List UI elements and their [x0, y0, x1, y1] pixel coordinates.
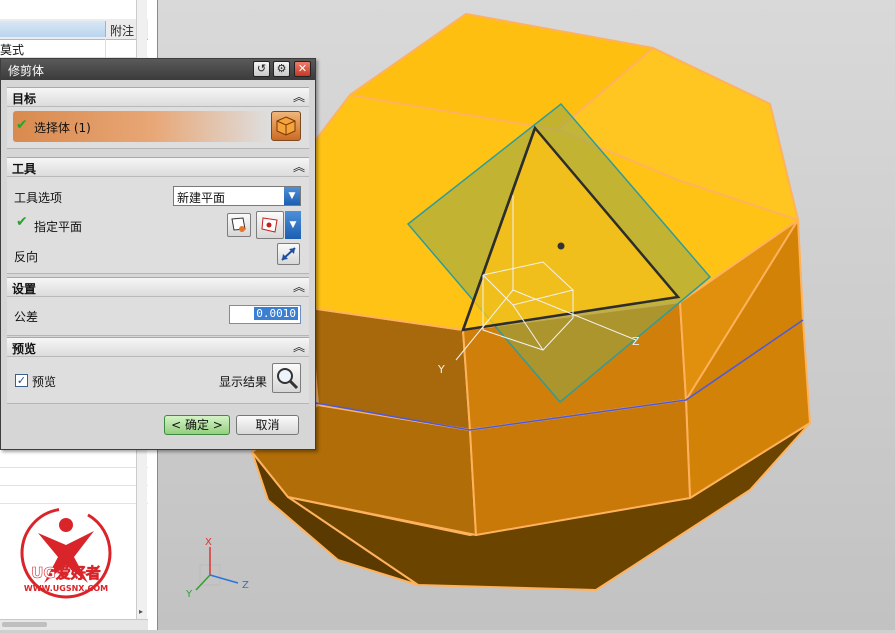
- tool-option-dropdown[interactable]: 新建平面 ▼: [173, 186, 301, 206]
- navigator-header: 附注: [0, 19, 148, 40]
- collapse-icon[interactable]: ︽: [293, 158, 305, 175]
- preview-section-title: 预览: [12, 342, 37, 356]
- dialog-title-bar[interactable]: 修剪体 ↺ ⚙ ✕: [1, 59, 315, 80]
- watermark-url: WWW.UGSNX.COM: [24, 584, 108, 593]
- inferred-plane-icon[interactable]: [256, 211, 284, 239]
- tolerance-value: 0.0010: [254, 307, 298, 320]
- magnifier-icon[interactable]: [272, 363, 301, 393]
- plane-dialog-icon[interactable]: [227, 213, 251, 237]
- navigator-row[interactable]: 莫式: [0, 40, 148, 58]
- dialog-title: 修剪体: [8, 64, 45, 78]
- collapse-icon[interactable]: ︽: [293, 278, 305, 295]
- select-body-label: 选择体 (1): [34, 121, 91, 135]
- close-icon[interactable]: ✕: [294, 61, 311, 77]
- cancel-button[interactable]: 取消: [236, 415, 299, 435]
- triad-z-label: Z: [242, 580, 249, 591]
- reverse-direction-icon[interactable]: [277, 243, 300, 265]
- preview-checkbox[interactable]: ✓: [15, 374, 28, 387]
- check-icon: ✔: [16, 117, 28, 133]
- preview-label: 预览: [32, 375, 57, 389]
- ok-button[interactable]: < 确定 >: [164, 415, 230, 435]
- watermark-brand: UG爱好者: [31, 564, 101, 582]
- settings-section-title: 设置: [12, 282, 37, 296]
- select-body-row[interactable]: ✔ 选择体 (1): [13, 111, 269, 142]
- target-section-header[interactable]: 目标 ︽: [7, 87, 309, 107]
- reverse-label: 反向: [14, 250, 39, 264]
- gear-icon[interactable]: ⚙: [273, 61, 290, 77]
- scroll-thumb[interactable]: [2, 622, 47, 627]
- navigator-column-notes[interactable]: 附注: [110, 22, 134, 39]
- scroll-right-arrow-icon[interactable]: ▸: [139, 607, 143, 616]
- ug-watermark-logo: UG爱好者 WWW.UGSNX.COM: [8, 505, 128, 610]
- plane-origin-point: [557, 242, 565, 250]
- collapse-icon[interactable]: ︽: [293, 338, 305, 355]
- tool-option-value: 新建平面: [177, 191, 226, 205]
- plane-axis-z-label: Z: [632, 335, 640, 348]
- tolerance-input[interactable]: 0.0010: [229, 305, 301, 324]
- trim-body-dialog[interactable]: 修剪体 ↺ ⚙ ✕ 目标 ︽ ✔ 选择体 (1) 工具 ︽ 工具选项 新建平面 …: [0, 58, 316, 450]
- tool-section-title: 工具: [12, 162, 37, 176]
- tolerance-label: 公差: [14, 310, 39, 324]
- check-icon: ✔: [16, 214, 28, 230]
- column-divider: [105, 39, 106, 59]
- target-section-title: 目标: [12, 92, 37, 106]
- reset-icon[interactable]: ↺: [253, 61, 270, 77]
- plane-axis-y-label: Y: [437, 363, 445, 376]
- preview-section-header[interactable]: 预览 ︽: [7, 337, 309, 357]
- chevron-down-icon[interactable]: ▼: [284, 187, 300, 205]
- settings-section-header[interactable]: 设置 ︽: [7, 277, 309, 297]
- navigator-horizontal-scrollbar[interactable]: [0, 619, 148, 630]
- navigator-column-name[interactable]: [0, 21, 106, 37]
- tool-section-header[interactable]: 工具 ︽: [7, 157, 309, 177]
- chevron-down-icon[interactable]: ▼: [285, 211, 301, 239]
- select-body-cube-icon[interactable]: [271, 111, 301, 141]
- tool-option-label: 工具选项: [14, 191, 63, 205]
- triad-x-label: X: [205, 537, 212, 548]
- navigator-row-label: 莫式: [0, 43, 25, 57]
- collapse-icon[interactable]: ︽: [293, 88, 305, 105]
- specify-plane-label: 指定平面: [34, 220, 83, 234]
- show-result-label: 显示结果: [219, 375, 268, 389]
- triad-y-label: Y: [185, 589, 193, 600]
- plane-method-dropdown[interactable]: ▼: [285, 211, 301, 239]
